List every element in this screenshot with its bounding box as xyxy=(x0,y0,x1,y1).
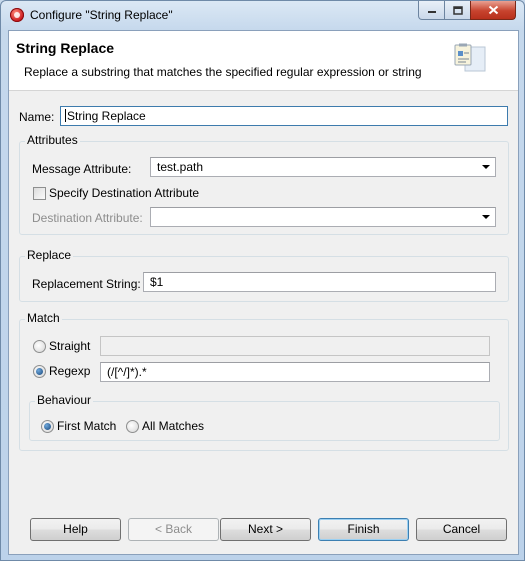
app-logo-icon xyxy=(10,8,24,22)
message-attribute-select[interactable]: test.path xyxy=(150,157,496,177)
dropdown-arrow-icon xyxy=(482,165,490,169)
title-bar[interactable]: Configure "String Replace" xyxy=(1,1,524,29)
straight-radio[interactable] xyxy=(33,340,46,353)
name-input[interactable]: String Replace xyxy=(60,106,508,126)
regexp-value: (/[^/]*).* xyxy=(107,365,147,379)
dialog-window: Configure "String Replace" String Replac… xyxy=(0,0,525,561)
wizard-banner-icon xyxy=(454,43,486,72)
replace-group-title: Replace xyxy=(25,248,74,262)
maximize-button[interactable] xyxy=(444,1,471,20)
next-button[interactable]: Next > xyxy=(220,518,311,541)
close-icon xyxy=(488,5,498,15)
message-attribute-label: Message Attribute: xyxy=(32,162,132,176)
all-matches-label[interactable]: All Matches xyxy=(142,419,204,433)
dialog-content: String Replace Replace a substring that … xyxy=(8,30,519,555)
help-button[interactable]: Help xyxy=(30,518,121,541)
text-caret xyxy=(65,109,66,122)
page-description: Replace a substring that matches the spe… xyxy=(24,65,422,79)
replacement-string-value: $1 xyxy=(150,275,164,289)
first-match-label[interactable]: First Match xyxy=(57,419,116,433)
finish-button[interactable]: Finish xyxy=(318,518,409,541)
match-group-title: Match xyxy=(25,311,62,325)
behaviour-group-title: Behaviour xyxy=(35,393,94,407)
destination-attribute-label: Destination Attribute: xyxy=(32,211,143,225)
specify-destination-checkbox[interactable] xyxy=(33,187,46,200)
minimize-button[interactable] xyxy=(418,1,445,20)
name-value: String Replace xyxy=(67,109,146,123)
wizard-header: String Replace Replace a substring that … xyxy=(9,31,518,91)
all-matches-radio[interactable] xyxy=(126,420,139,433)
destination-attribute-select[interactable] xyxy=(150,207,496,227)
first-match-radio[interactable] xyxy=(41,420,54,433)
specify-destination-label[interactable]: Specify Destination Attribute xyxy=(49,186,199,200)
regexp-radio[interactable] xyxy=(33,365,46,378)
regexp-label[interactable]: Regexp xyxy=(49,364,90,378)
straight-label[interactable]: Straight xyxy=(49,339,90,353)
cancel-button[interactable]: Cancel xyxy=(416,518,507,541)
replacement-string-input[interactable]: $1 xyxy=(143,272,496,292)
replacement-string-label: Replacement String: xyxy=(32,277,141,291)
regexp-input[interactable]: (/[^/]*).* xyxy=(100,362,490,382)
straight-input[interactable] xyxy=(100,336,490,356)
close-button[interactable] xyxy=(470,1,516,20)
back-button[interactable]: < Back xyxy=(128,518,219,541)
page-title: String Replace xyxy=(16,40,115,56)
name-label: Name: xyxy=(19,110,55,124)
window-title: Configure "String Replace" xyxy=(30,8,173,22)
attributes-group-title: Attributes xyxy=(25,133,80,147)
dropdown-arrow-icon xyxy=(482,215,490,219)
message-attribute-value: test.path xyxy=(157,160,204,174)
minimize-icon xyxy=(427,11,436,13)
maximize-icon xyxy=(452,5,463,15)
